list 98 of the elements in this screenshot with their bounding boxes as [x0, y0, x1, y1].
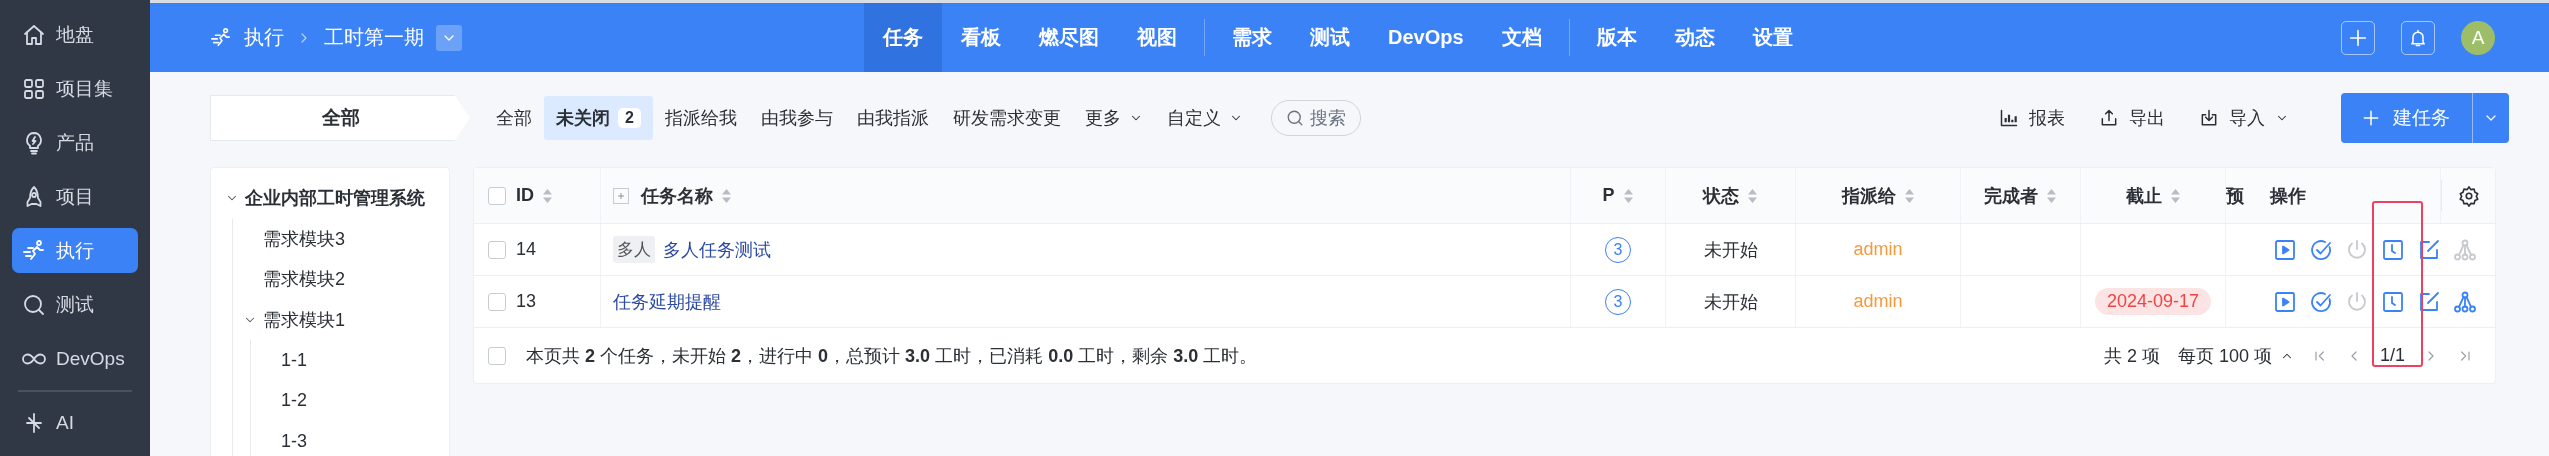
sidebar-item[interactable]: 地盘 — [12, 12, 138, 57]
sidebar-item[interactable]: 项目集 — [12, 66, 138, 111]
checkbox[interactable] — [488, 186, 506, 205]
column-header: 操作 — [2270, 184, 2306, 208]
id-cell: 13 — [516, 291, 537, 312]
nav-tab[interactable]: 动态 — [1655, 3, 1734, 72]
tree-item[interactable]: 1-2 — [281, 390, 307, 412]
filter-tab[interactable]: 指派给我 — [652, 96, 749, 140]
grid-icon — [22, 76, 46, 101]
bar-chart-icon — [1999, 108, 2019, 128]
status-cell-text: 未开始 — [1703, 290, 1758, 314]
sidebar-item[interactable]: AI — [12, 400, 138, 445]
page-number: 1/1 — [2379, 345, 2405, 366]
filter-tab[interactable]: 由我参与 — [748, 96, 845, 140]
tree-item[interactable]: 需求模块1 — [263, 307, 345, 332]
column-header[interactable]: 指派给 — [1841, 183, 1915, 208]
sort-icon[interactable] — [2046, 187, 2057, 204]
play-icon[interactable] — [2273, 237, 2297, 262]
sort-icon[interactable] — [542, 187, 553, 204]
check-circle-icon[interactable] — [2309, 289, 2333, 314]
sidebar-item[interactable]: 测试 — [12, 282, 138, 327]
upload-icon — [2099, 108, 2119, 128]
search-icon — [22, 292, 46, 317]
sort-icon[interactable] — [1747, 187, 1758, 204]
tag: 多人 — [613, 236, 655, 263]
column-header[interactable]: 任务名称 — [641, 183, 732, 208]
sidebar-item[interactable]: 产品 — [12, 120, 138, 165]
search-icon — [1285, 109, 1304, 127]
tree-item[interactable]: 1-1 — [281, 349, 307, 371]
breadcrumb-link[interactable]: 执行 — [244, 24, 284, 51]
runner-icon — [210, 26, 232, 49]
filter-tab[interactable]: 自定义 — [1154, 96, 1255, 140]
checkbox[interactable] — [488, 240, 506, 259]
dropdown-button[interactable] — [436, 24, 462, 51]
tree-item[interactable]: 需求模块3 — [263, 226, 345, 251]
checkbox[interactable] — [488, 346, 506, 365]
home-icon — [22, 22, 46, 47]
checkbox[interactable] — [488, 292, 506, 311]
nav-tab[interactable]: 看板 — [942, 3, 1020, 72]
toolbar-button[interactable]: 报表 — [1999, 106, 2065, 130]
edit-icon[interactable] — [2417, 289, 2441, 314]
count-badge: 2 — [618, 108, 641, 128]
runner-icon — [22, 238, 46, 263]
filter-tab[interactable]: 全部 — [484, 96, 544, 140]
check-circle-icon[interactable] — [2309, 237, 2333, 262]
download-icon — [2199, 108, 2219, 128]
tree-item[interactable]: 企业内部工时管理系统 — [245, 186, 425, 211]
column-header: 预 — [2226, 184, 2244, 208]
filter-tab[interactable]: 由我指派 — [844, 96, 941, 140]
sort-icon[interactable] — [1622, 187, 1634, 204]
tree-item[interactable]: 1-3 — [281, 430, 307, 452]
settings-icon[interactable] — [2457, 184, 2480, 207]
column-header[interactable]: P — [1602, 185, 1634, 206]
nav-tab[interactable]: 设置 — [1733, 3, 1812, 72]
all-tab[interactable]: 全部 — [210, 95, 470, 141]
column-header[interactable]: 截止 — [2125, 183, 2181, 208]
sidebar-item[interactable]: 执行 — [12, 228, 138, 273]
filter-tab[interactable]: 未关闭 2 — [544, 96, 653, 140]
task-link[interactable]: 多人任务测试 — [663, 237, 771, 262]
edit-icon[interactable] — [2417, 237, 2441, 262]
notification-button[interactable] — [2401, 20, 2435, 55]
toolbar-button[interactable]: 导出 — [2099, 106, 2165, 130]
expand-all-icon[interactable] — [613, 187, 629, 204]
add-button[interactable] — [2341, 20, 2375, 55]
nav-tab[interactable]: 测试 — [1291, 3, 1369, 72]
nav-tab[interactable]: DevOps — [1369, 3, 1483, 72]
plus-icon — [2361, 108, 2381, 128]
sidebar-item[interactable]: DevOps — [12, 336, 138, 381]
page-size-dropdown[interactable]: 每页 100 项 — [2177, 343, 2294, 368]
filter-tab[interactable]: 更多 — [1072, 96, 1155, 140]
hierarchy-icon[interactable] — [2453, 289, 2477, 314]
total-count: 共 2 项 — [2103, 344, 2160, 368]
nav-tab[interactable]: 文档 — [1482, 3, 1561, 72]
clock-icon[interactable] — [2381, 289, 2405, 314]
bell-icon — [2408, 27, 2428, 48]
summary-text: 本页共 2 个任务，未开始 2，进行中 0，总预计 3.0 工时，已消耗 0.0 工时，剩余 3.0 工时。 — [526, 344, 1258, 368]
column-header[interactable]: 完成者 — [1984, 183, 2057, 208]
column-header[interactable]: 状态 — [1703, 183, 1758, 208]
toolbar-button[interactable]: 导入 — [2199, 106, 2289, 130]
filter-tab[interactable]: 研发需求变更 — [940, 96, 1073, 140]
id-cell: 14 — [516, 239, 537, 260]
sort-icon[interactable] — [1903, 187, 1915, 204]
breadcrumb-link[interactable]: 工时第一期 — [324, 24, 424, 51]
nav-tab[interactable]: 任务 — [864, 3, 942, 72]
clock-icon[interactable] — [2381, 237, 2405, 262]
tree-item[interactable]: 需求模块2 — [263, 267, 345, 292]
nav-tab[interactable]: 视图 — [1118, 3, 1196, 72]
task-link[interactable]: 任务延期提醒 — [613, 289, 721, 314]
column-header[interactable]: ID — [516, 185, 553, 206]
nav-tab[interactable]: 版本 — [1577, 3, 1656, 72]
status-cell-text: 未开始 — [1703, 238, 1758, 262]
sidebar-item[interactable]: 项目 — [12, 174, 138, 219]
sort-icon[interactable] — [721, 187, 732, 204]
sort-icon[interactable] — [2169, 187, 2181, 204]
play-icon[interactable] — [2273, 289, 2297, 314]
deadline-badge: 2024-09-17 — [2094, 288, 2212, 315]
nav-tab[interactable]: 燃尽图 — [1020, 3, 1118, 72]
nav-tab[interactable]: 需求 — [1213, 3, 1291, 72]
